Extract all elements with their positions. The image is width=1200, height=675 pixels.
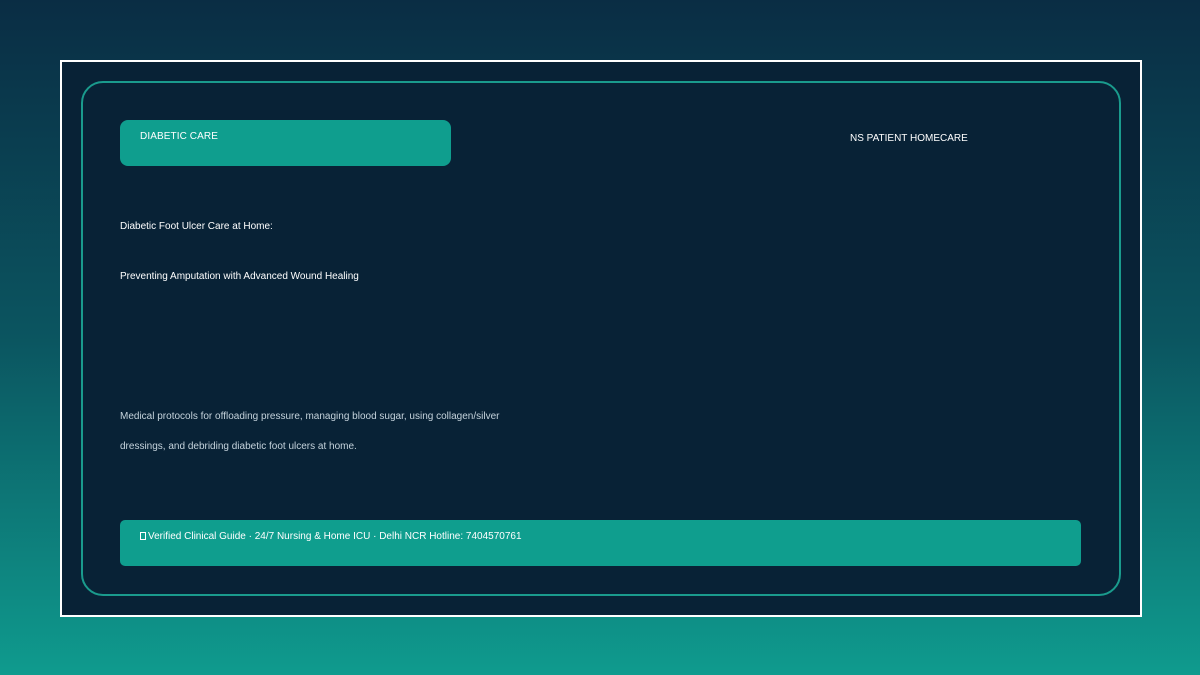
description-line-2: dressings, and debriding diabetic foot u… xyxy=(120,441,357,452)
banner-frame: DIABETIC CARE NS PATIENT HOMECARE Diabet… xyxy=(60,60,1142,617)
category-badge: DIABETIC CARE xyxy=(120,120,451,166)
footer-text: Verified Clinical Guide · 24/7 Nursing &… xyxy=(148,531,522,542)
check-box-icon xyxy=(140,532,146,540)
category-label: DIABETIC CARE xyxy=(140,131,218,142)
footer-bar: Verified Clinical Guide · 24/7 Nursing &… xyxy=(120,520,1081,566)
page-title-line-2: Preventing Amputation with Advanced Woun… xyxy=(120,271,359,282)
banner-card: DIABETIC CARE NS PATIENT HOMECARE Diabet… xyxy=(81,81,1121,596)
footer-content: Verified Clinical Guide · 24/7 Nursing &… xyxy=(140,531,522,542)
brand-name: NS PATIENT HOMECARE xyxy=(850,133,968,144)
description-line-1: Medical protocols for offloading pressur… xyxy=(120,411,500,422)
page-title-line-1: Diabetic Foot Ulcer Care at Home: xyxy=(120,221,273,232)
